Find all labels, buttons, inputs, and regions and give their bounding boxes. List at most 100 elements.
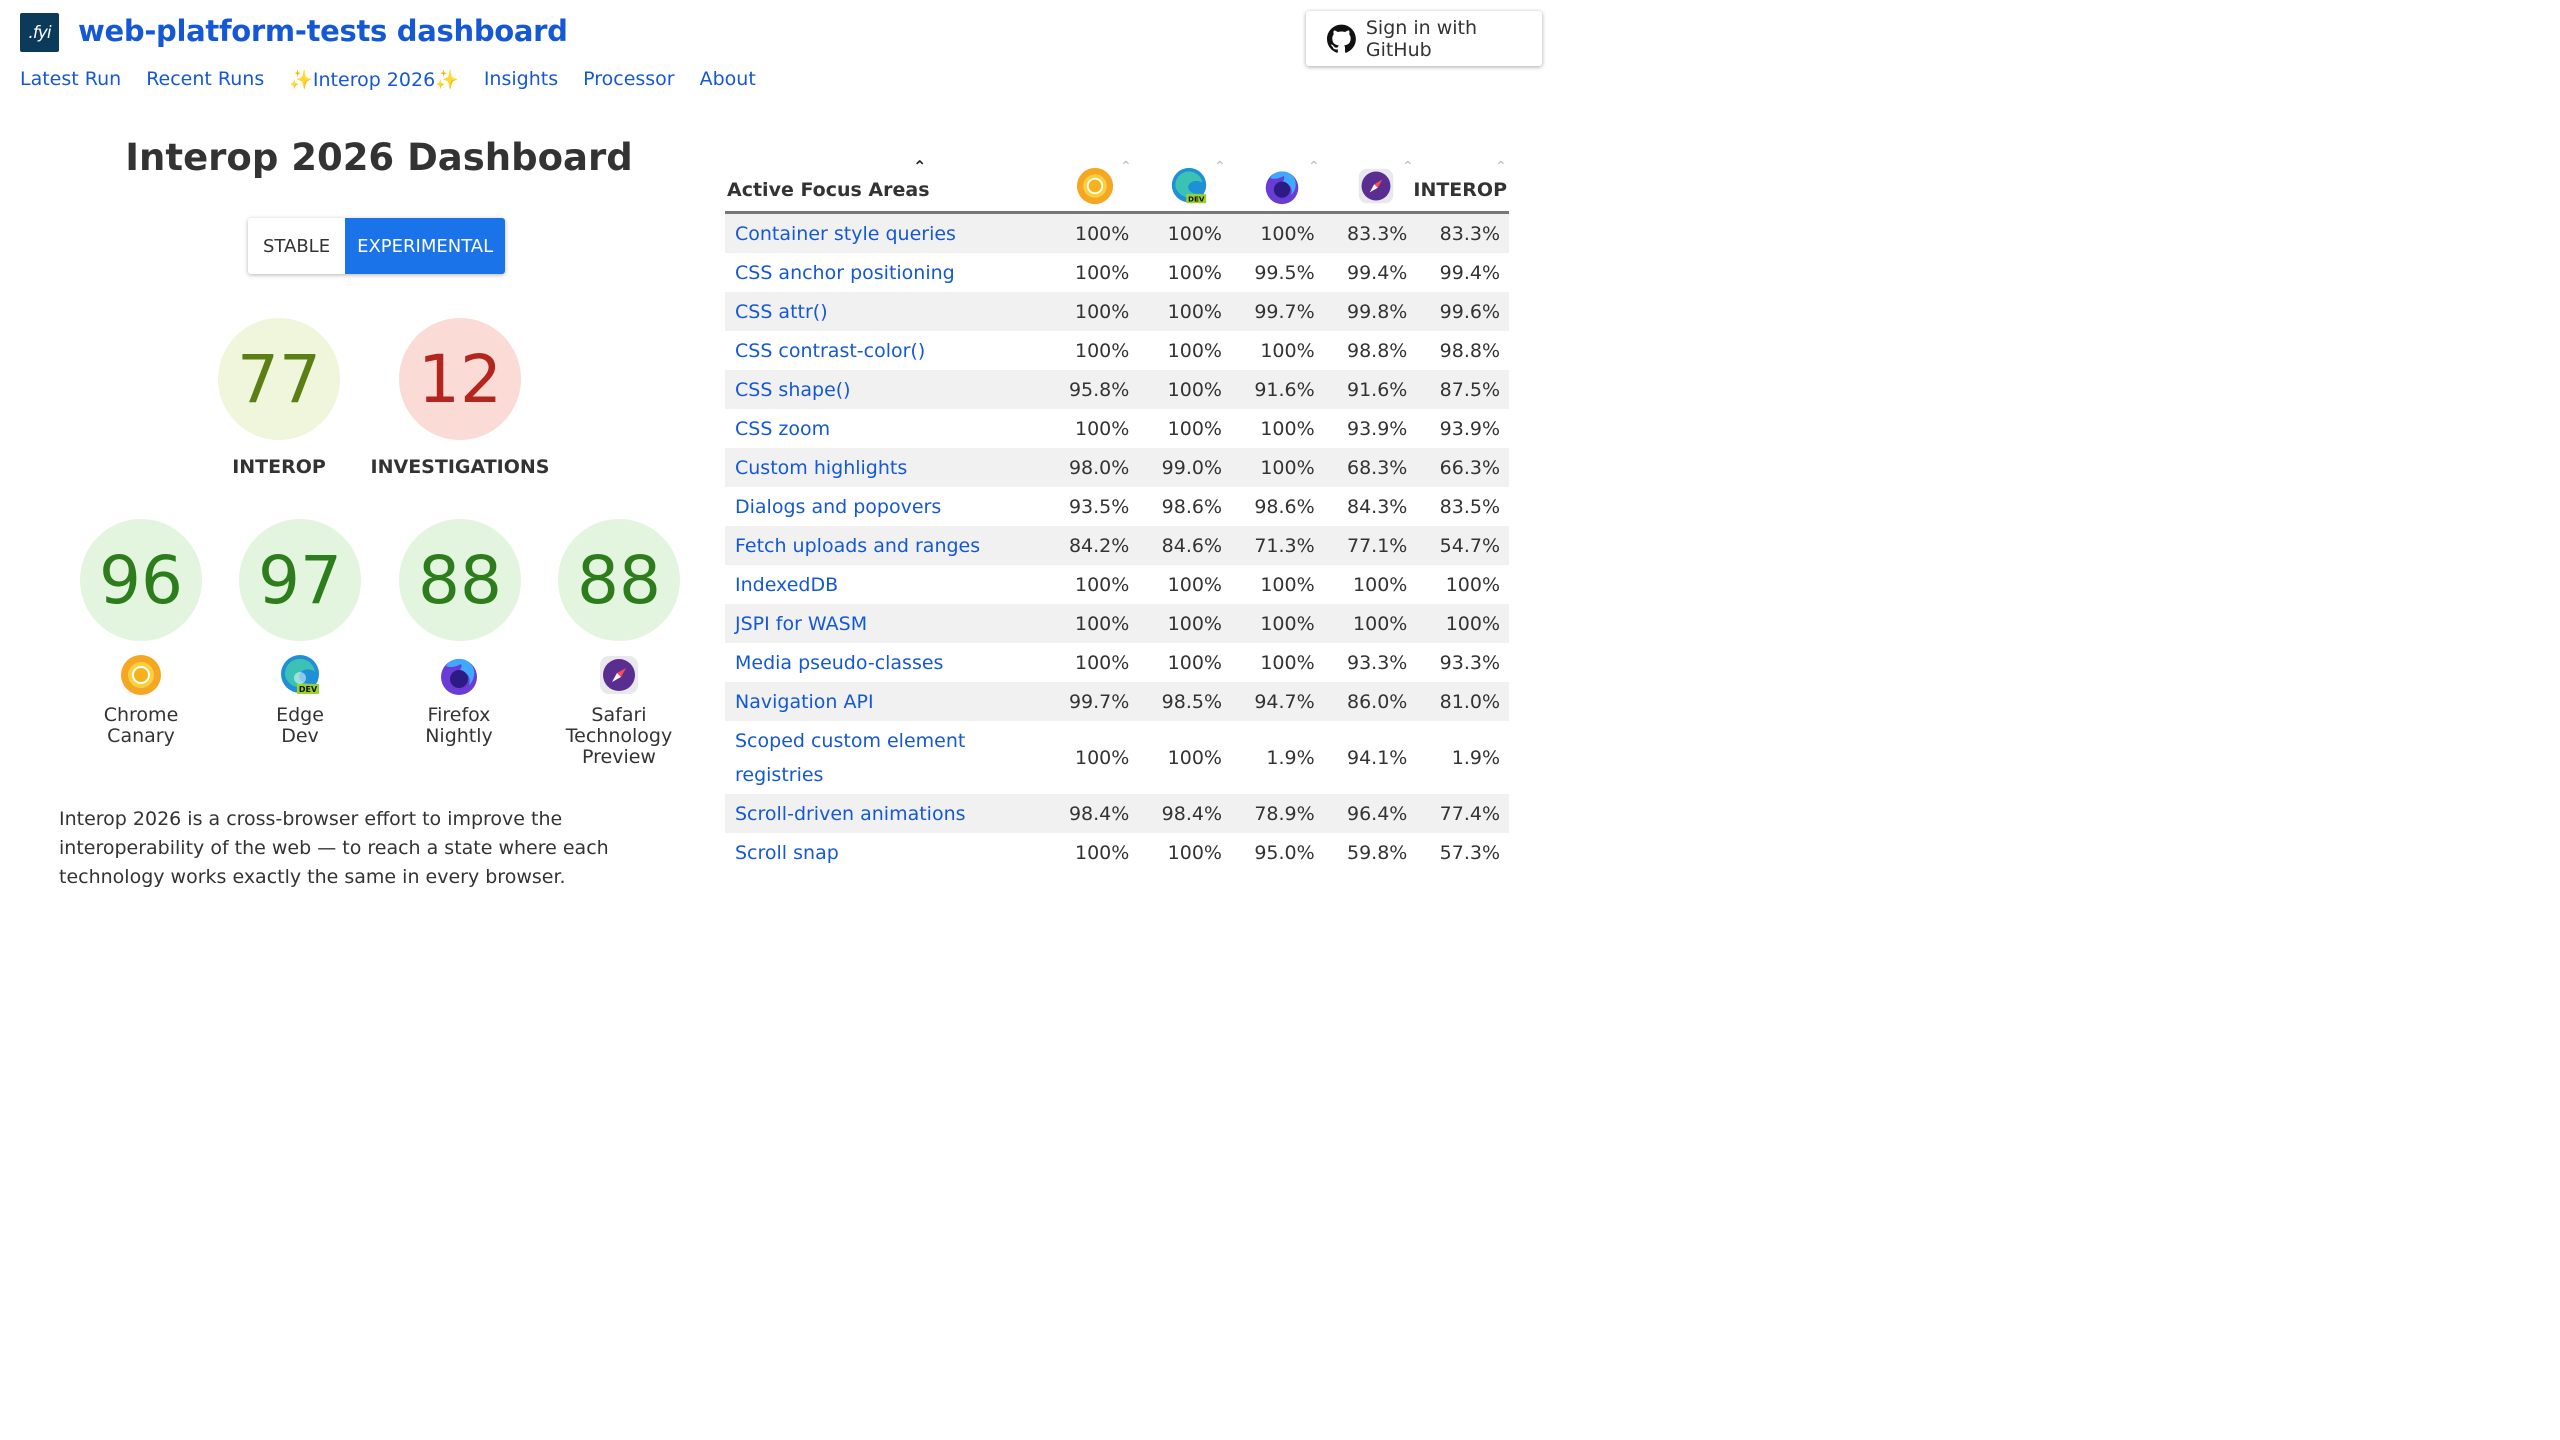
edge-sort-icon[interactable]: ⌃ xyxy=(1214,158,1226,175)
sign-in-github-button[interactable]: Sign in with GitHub xyxy=(1306,11,1542,66)
firefox-nightly-icon xyxy=(441,658,477,695)
fyi-logo[interactable]: .fyi xyxy=(20,13,59,52)
chrome-sort-icon[interactable]: ⌃ xyxy=(1120,158,1132,175)
sort-up-icon[interactable]: ⌃ xyxy=(913,157,926,176)
investigations-score: 12 xyxy=(399,318,521,440)
firefox-nightly-score: 88 xyxy=(399,519,521,641)
score-cell: 98.6% xyxy=(1161,495,1222,518)
score-cell: 100% xyxy=(1075,612,1130,635)
score-cell: 99.7% xyxy=(1068,690,1130,713)
score-cell: 100% xyxy=(1353,612,1408,635)
focus-area-cell: CSS zoom xyxy=(725,412,1037,446)
nav-processor[interactable]: Processor xyxy=(583,68,675,91)
safari-sort-icon[interactable]: ⌃ xyxy=(1402,158,1414,175)
focus-area-cell: CSS attr() xyxy=(725,295,1037,329)
safari-tp-header-icon xyxy=(1358,168,1394,204)
score-cell: 98.0% xyxy=(1068,456,1130,479)
score-cell: 100% xyxy=(1260,417,1315,440)
focus-area-link[interactable]: CSS anchor positioning xyxy=(735,262,955,284)
focus-area-cell: Navigation API xyxy=(725,685,1037,719)
experimental-toggle-button[interactable]: EXPERIMENTAL xyxy=(345,218,506,274)
edge-dev-icon: DEV xyxy=(281,655,319,694)
score-cell: 100% xyxy=(1075,222,1130,245)
score-cell: 100% xyxy=(1260,651,1315,674)
score-cell: 99.4% xyxy=(1346,261,1408,284)
dashboard-title: Interop 2026 Dashboard xyxy=(125,136,633,179)
table-row: IndexedDB 100% 100% 100% 100% 100% xyxy=(725,565,1509,604)
score-cell: 100% xyxy=(1167,841,1222,864)
focus-area-link[interactable]: Navigation API xyxy=(735,691,874,713)
score-cell: 59.8% xyxy=(1346,841,1408,864)
table-row: Navigation API 99.7% 98.5% 94.7% 86.0% 81.0% xyxy=(725,682,1509,721)
focus-area-link[interactable]: Container style queries xyxy=(735,223,956,245)
chrome-canary-icon xyxy=(121,655,161,695)
score-cell: 100% xyxy=(1075,261,1130,284)
score-cell: 93.3% xyxy=(1439,651,1501,674)
score-cell: 1.9% xyxy=(1266,746,1315,769)
nav-latest-run[interactable]: Latest Run xyxy=(20,68,121,91)
score-cell: 94.7% xyxy=(1254,690,1315,713)
focus-area-link[interactable]: Custom highlights xyxy=(735,457,907,479)
focus-area-cell: Media pseudo-classes xyxy=(725,646,1037,680)
score-cell: 77.4% xyxy=(1439,802,1501,825)
focus-area-link[interactable]: Scroll-driven animations xyxy=(735,803,966,825)
score-cell: 83.5% xyxy=(1439,495,1501,518)
focus-area-link[interactable]: CSS attr() xyxy=(735,301,828,323)
focus-area-link[interactable]: CSS zoom xyxy=(735,418,830,440)
focus-area-link[interactable]: Dialogs and popovers xyxy=(735,496,941,518)
score-cell: 81.0% xyxy=(1439,690,1501,713)
score-cell: 91.6% xyxy=(1254,378,1315,401)
focus-area-link[interactable]: IndexedDB xyxy=(735,574,838,596)
score-cell: 100% xyxy=(1075,651,1130,674)
focus-area-link[interactable]: CSS shape() xyxy=(735,379,851,401)
score-cell: 100% xyxy=(1075,300,1130,323)
score-cell: 98.8% xyxy=(1439,339,1501,362)
interop-label: INTEROP xyxy=(232,456,326,478)
focus-areas-header[interactable]: Active Focus Areas ⌃ xyxy=(727,157,930,201)
site-title[interactable]: web-platform-tests dashboard xyxy=(78,14,568,48)
focus-area-cell: Scroll-driven animations xyxy=(725,797,1037,831)
interop-sort-icon[interactable]: ⌃ xyxy=(1495,158,1507,175)
focus-area-cell: CSS anchor positioning xyxy=(725,256,1037,290)
score-cell: 99.7% xyxy=(1254,300,1315,323)
table-row: Scroll-driven animations 98.4% 98.4% 78.9% 9… xyxy=(725,794,1509,833)
focus-area-link[interactable]: Media pseudo-classes xyxy=(735,652,943,674)
score-cell: 100% xyxy=(1260,612,1315,635)
safari-tp-icon xyxy=(600,656,638,694)
table-header: Active Focus Areas ⌃ ⌃ DEV ⌃ ⌃ ⌃ ⌃ INTER… xyxy=(725,150,1509,214)
score-cell: 100% xyxy=(1167,378,1222,401)
nav-about[interactable]: About xyxy=(700,68,756,91)
nav-recent-runs[interactable]: Recent Runs xyxy=(146,68,264,91)
svg-text:DEV: DEV xyxy=(1188,194,1205,203)
score-cell: 93.3% xyxy=(1346,651,1408,674)
score-cell: 83.3% xyxy=(1439,222,1501,245)
table-row: Custom highlights 98.0% 99.0% 100% 68.3% 66.3… xyxy=(725,448,1509,487)
table-row: Scroll snap 100% 100% 95.0% 59.8% 57.3% xyxy=(725,833,1509,872)
focus-area-cell: Container style queries xyxy=(725,217,1037,251)
nav-insights[interactable]: Insights xyxy=(484,68,558,91)
edge-dev-header-icon: DEV xyxy=(1171,167,1207,203)
safari-tp-score: 88 xyxy=(558,519,680,641)
score-cell: 87.5% xyxy=(1439,378,1501,401)
stable-toggle-button[interactable]: STABLE xyxy=(248,218,346,274)
score-cell: 100% xyxy=(1353,573,1408,596)
focus-area-link[interactable]: Scroll snap xyxy=(735,842,839,864)
score-cell: 77.1% xyxy=(1346,534,1408,557)
focus-area-link[interactable]: Scoped custom element registries xyxy=(735,730,965,786)
table-row: CSS zoom 100% 100% 100% 93.9% 93.9% xyxy=(725,409,1509,448)
table-row: Scoped custom element registries 100% 100%… xyxy=(725,721,1509,794)
score-cell: 83.3% xyxy=(1346,222,1408,245)
focus-area-cell: IndexedDB xyxy=(725,568,1037,602)
score-cell: 1.9% xyxy=(1451,746,1501,769)
score-cell: 98.4% xyxy=(1161,802,1222,825)
focus-area-link[interactable]: JSPI for WASM xyxy=(735,613,867,635)
stable-experimental-toggle: STABLE EXPERIMENTAL xyxy=(248,218,506,274)
nav-interop-2026[interactable]: ✨Interop 2026✨ xyxy=(289,68,459,91)
score-cell: 84.2% xyxy=(1068,534,1130,557)
focus-area-link[interactable]: Fetch uploads and ranges xyxy=(735,535,980,557)
interop-column-header[interactable]: INTEROP xyxy=(1413,179,1507,201)
focus-area-link[interactable]: CSS contrast-color() xyxy=(735,340,925,362)
firefox-sort-icon[interactable]: ⌃ xyxy=(1308,158,1320,175)
focus-area-cell: Dialogs and popovers xyxy=(725,490,1037,524)
score-cell: 86.0% xyxy=(1346,690,1408,713)
